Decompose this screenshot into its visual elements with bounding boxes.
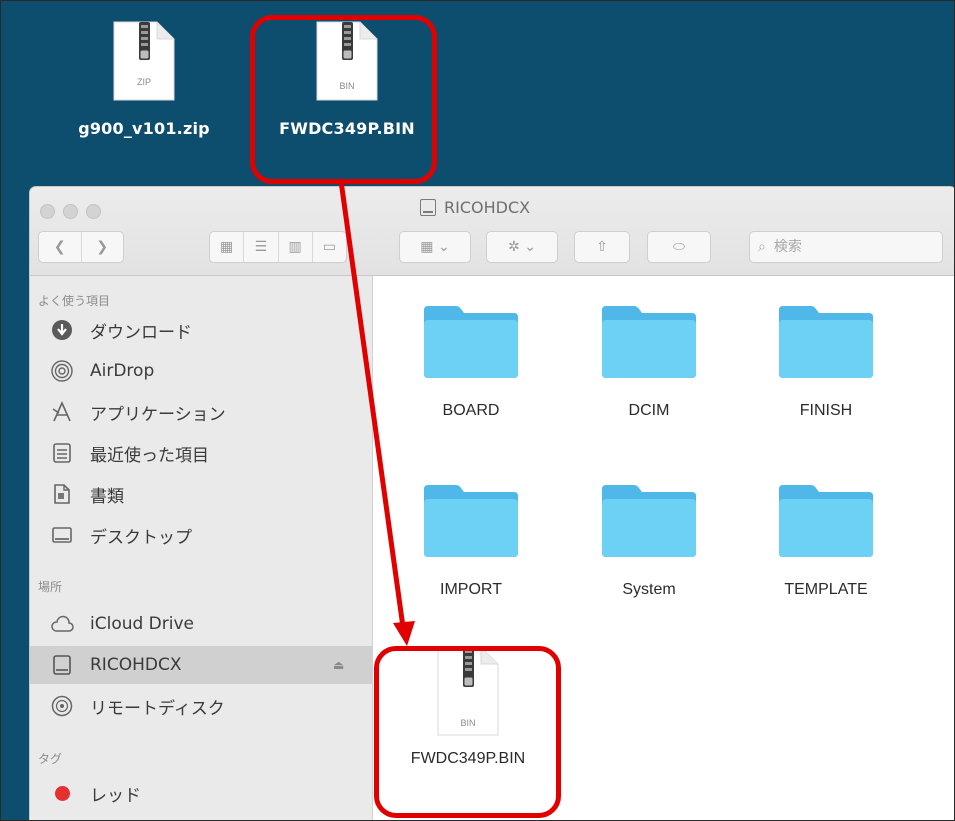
desktop: ZIP g900_v101.zip BIN FWDC349P.BIN RICOH… [1, 1, 954, 820]
drag-arrow-icon [338, 180, 415, 646]
screenshot-frame: ZIP g900_v101.zip BIN FWDC349P.BIN RICOH… [0, 0, 955, 821]
